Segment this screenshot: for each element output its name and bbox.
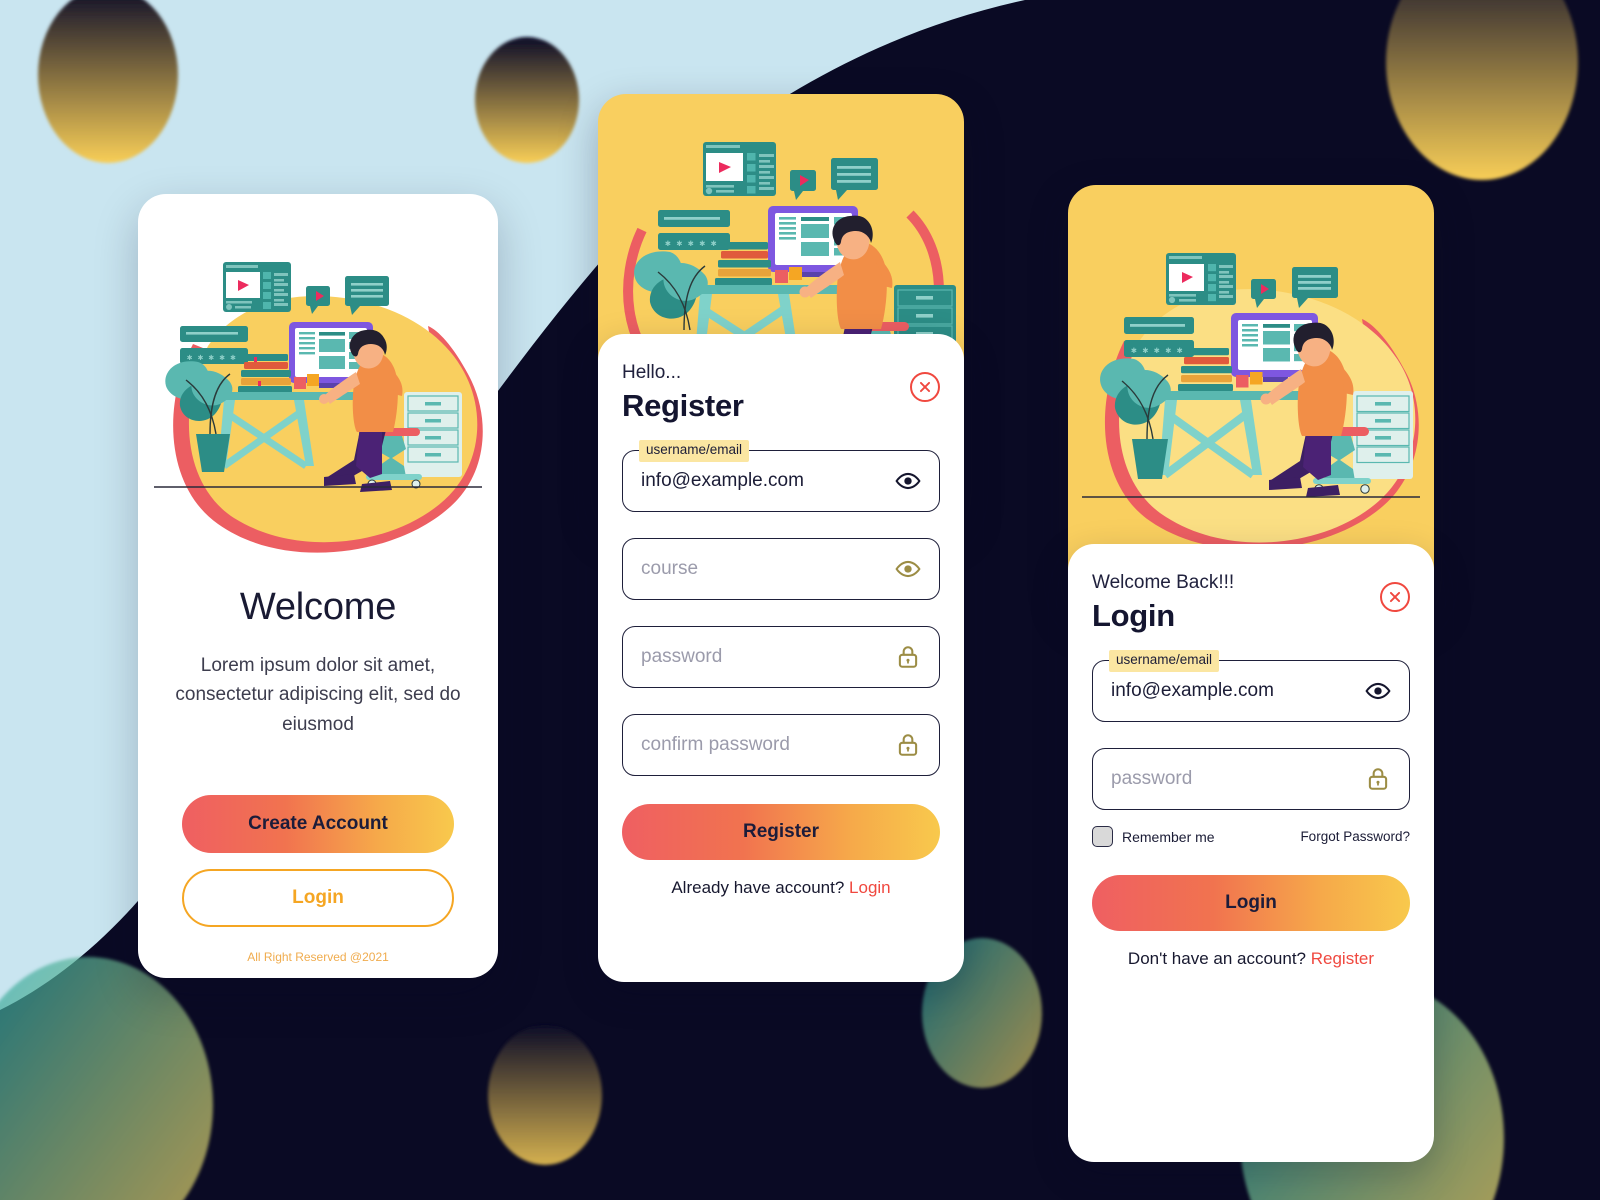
chat-bubble <box>831 158 878 200</box>
forgot-password-link[interactable]: Forgot Password? <box>1300 829 1410 844</box>
lock-icon[interactable] <box>895 732 921 758</box>
field-placeholder: course <box>641 558 699 579</box>
welcome-card: ✱ ✱ ✱ ✱ ✱ Welcome Lorem ipsum dolor sit … <box>138 194 498 978</box>
register-course-field[interactable]: course <box>622 538 940 600</box>
svg-text:✱ ✱ ✱ ✱ ✱: ✱ ✱ ✱ ✱ ✱ <box>1131 345 1183 356</box>
video-player-window <box>1166 253 1236 305</box>
register-username-field[interactable]: username/email info@example.com <box>622 440 940 512</box>
login-options-row: Remember me Forgot Password? <box>1092 826 1410 847</box>
login-button[interactable]: Login <box>182 869 454 928</box>
register-card: ✱ ✱ ✱ ✱ ✱ Hello... Register username/ema… <box>598 94 964 982</box>
field-placeholder: password <box>1111 768 1193 789</box>
welcome-content: Welcome Lorem ipsum dolor sit amet, cons… <box>138 586 498 928</box>
register-greeting: Hello... <box>622 362 682 383</box>
login-form-sheet: Welcome Back!!! Login username/email inf… <box>1068 544 1434 1162</box>
login-submit-button[interactable]: Login <box>1092 875 1410 931</box>
field-value: info@example.com <box>1111 680 1274 701</box>
close-circle-icon[interactable] <box>910 372 940 402</box>
welcome-illustration: ✱ ✱ ✱ ✱ ✱ <box>138 234 498 564</box>
eye-icon[interactable] <box>895 556 921 582</box>
register-form-sheet: Hello... Register username/email info@ex… <box>598 334 964 982</box>
copyright-footer: All Right Reserved @2021 <box>247 950 389 964</box>
page-title: Welcome <box>239 586 397 628</box>
mockup-canvas: ✱ ✱ ✱ ✱ ✱ Welcome Lorem ipsum dolor sit … <box>0 0 1600 1200</box>
login-link[interactable]: Login <box>849 878 891 897</box>
login-illustration: ✱ ✱ ✱ ✱ ✱ <box>1068 225 1434 565</box>
login-card: ✱ ✱ ✱ ✱ ✱ Welcome Back!!! Login username… <box>1068 185 1434 1162</box>
login-footer-text: Don't have an account? <box>1127 949 1307 968</box>
register-footer: Already have account? Login <box>622 878 940 898</box>
register-confirm-password-field[interactable]: confirm password <box>622 714 940 776</box>
lock-icon[interactable] <box>1365 766 1391 792</box>
eye-icon[interactable] <box>1365 678 1391 704</box>
create-account-button[interactable]: Create Account <box>182 795 454 854</box>
svg-text:✱ ✱ ✱ ✱ ✱: ✱ ✱ ✱ ✱ ✱ <box>665 238 717 249</box>
remember-me-label: Remember me <box>1122 828 1215 845</box>
login-username-field[interactable]: username/email info@example.com <box>1092 650 1410 722</box>
eye-icon[interactable] <box>895 468 921 494</box>
field-placeholder: password <box>641 646 723 667</box>
register-heading: Register <box>622 388 744 423</box>
remember-me-checkbox[interactable]: Remember me <box>1092 826 1215 847</box>
register-footer-text: Already have account? <box>671 878 845 897</box>
field-label: username/email <box>639 440 750 462</box>
register-link[interactable]: Register <box>1311 949 1374 968</box>
login-footer: Don't have an account? Register <box>1092 949 1410 969</box>
book-stack <box>238 354 292 393</box>
field-value: info@example.com <box>641 470 804 491</box>
book-stack <box>1178 348 1233 392</box>
video-player-window <box>223 262 291 312</box>
login-password-field[interactable]: password <box>1092 748 1410 810</box>
login-heading: Login <box>1092 598 1175 633</box>
register-password-field[interactable]: password <box>622 626 940 688</box>
book-stack <box>715 242 772 286</box>
checkbox-box[interactable] <box>1092 826 1113 847</box>
lock-icon[interactable] <box>895 644 921 670</box>
field-label: username/email <box>1109 650 1220 672</box>
welcome-subtitle: Lorem ipsum dolor sit amet, consectetur … <box>175 655 461 735</box>
play-bubble <box>790 170 816 200</box>
field-placeholder: confirm password <box>641 734 790 755</box>
video-player-window <box>703 142 776 196</box>
close-circle-icon[interactable] <box>1380 582 1410 612</box>
register-submit-button[interactable]: Register <box>622 804 940 860</box>
login-greeting: Welcome Back!!! <box>1092 572 1235 593</box>
login-form-mockup: ✱ ✱ ✱ ✱ ✱ <box>658 210 730 250</box>
